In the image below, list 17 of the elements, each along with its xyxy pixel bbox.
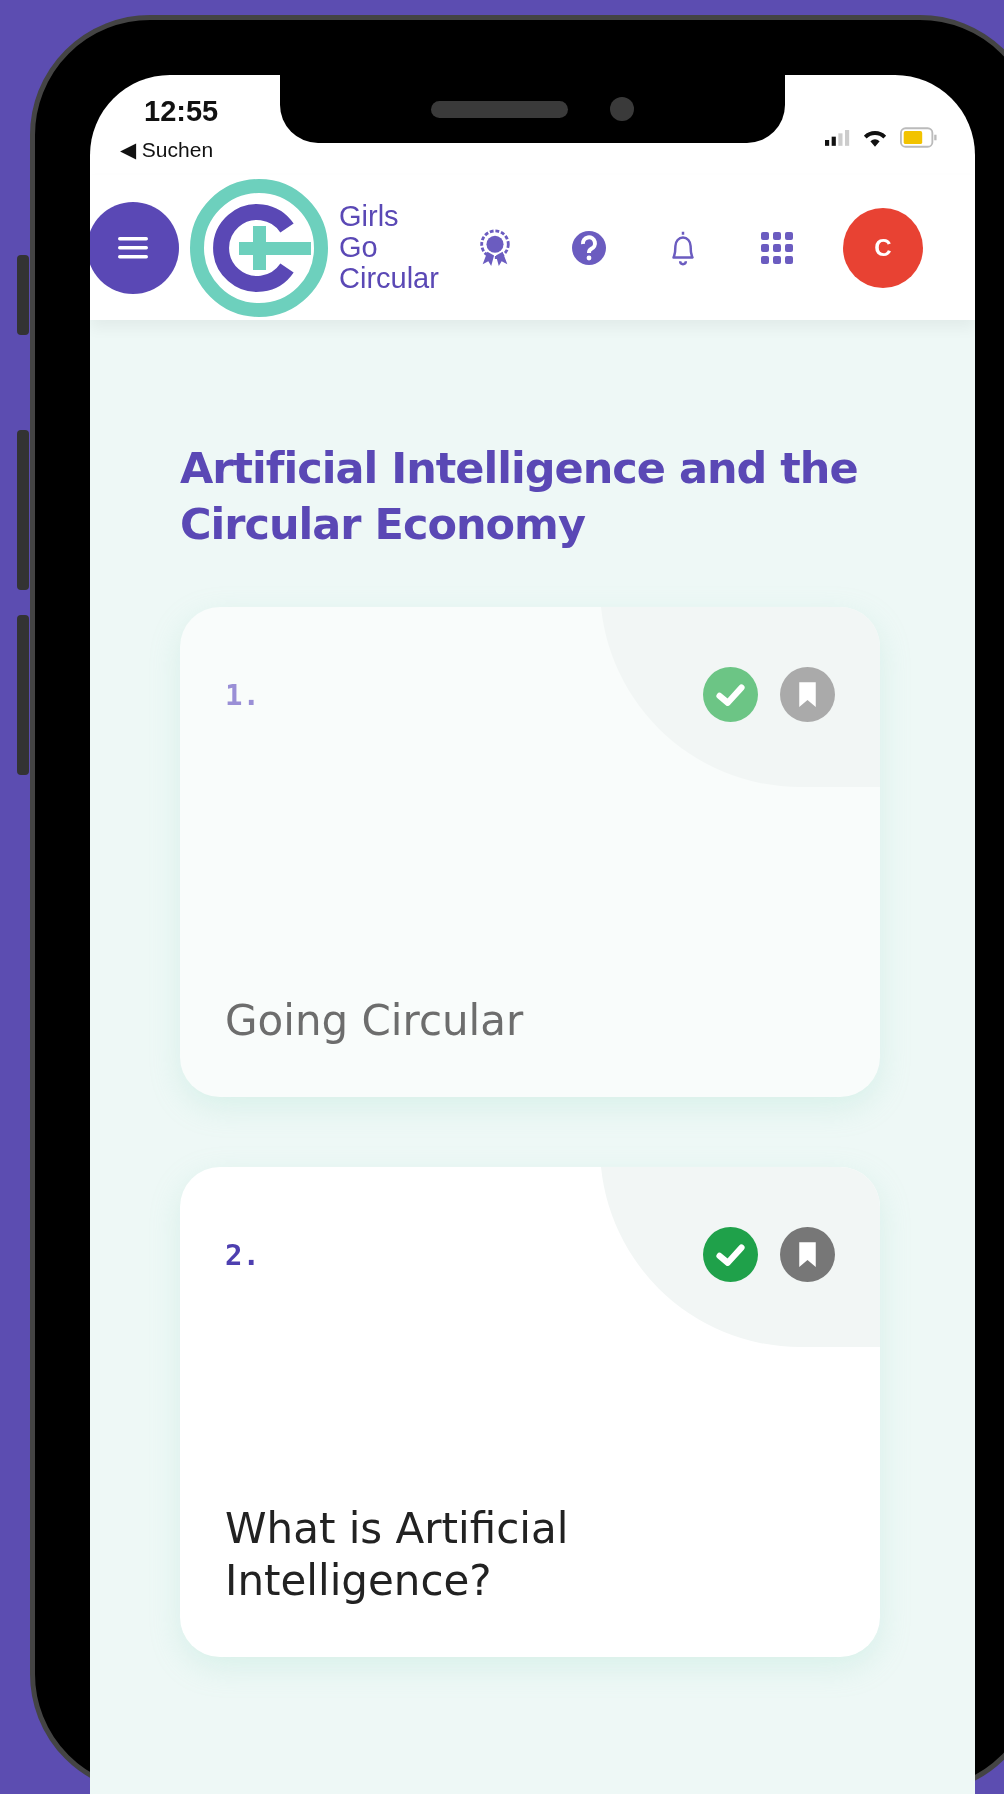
bookmark-icon[interactable] <box>780 1227 835 1282</box>
lesson-card[interactable]: 2. What is Artificial Intelligence? <box>180 1167 880 1657</box>
lesson-number: 1. <box>225 677 260 712</box>
help-icon[interactable] <box>570 228 607 267</box>
page-title: Artificial Intelligence and the Circular Economy <box>180 442 859 551</box>
logo-icon <box>189 177 329 318</box>
brand-name[interactable]: Girls Go Circular <box>339 201 439 294</box>
back-link[interactable]: ◀ Suchen <box>120 138 219 162</box>
signal-icon <box>825 128 850 146</box>
menu-icon <box>118 235 148 260</box>
lesson-title: What is Artificial Intelligence? <box>225 1503 570 1607</box>
lesson-card[interactable]: 1. Going Circular <box>180 607 880 1097</box>
user-avatar[interactable]: C <box>842 207 923 288</box>
lesson-title: Going Circular <box>225 995 525 1047</box>
status-time: 12:55 <box>143 95 219 128</box>
battery-icon <box>900 126 937 148</box>
lesson-number: 2. <box>225 1237 260 1272</box>
